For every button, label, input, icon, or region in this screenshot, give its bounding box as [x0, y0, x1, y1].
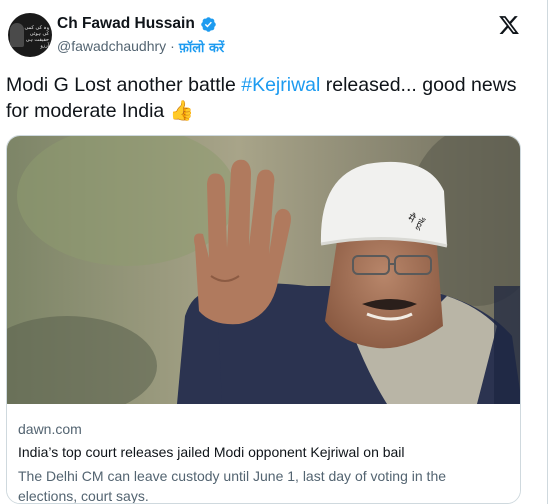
- verified-badge-icon: [201, 16, 216, 32]
- follow-button[interactable]: फ़ॉलो करें: [179, 38, 224, 56]
- link-info: dawn.com India’s top court releases jail…: [7, 404, 520, 504]
- link-domain: dawn.com: [18, 421, 82, 437]
- handle-separator: ·: [170, 38, 175, 54]
- link-card[interactable]: मै हूँ dawn.com India’s top court releas…: [6, 135, 521, 504]
- tweet-text-part: Modi G Lost another battle: [6, 74, 242, 96]
- link-description: The Delhi CM can leave custody until Jun…: [18, 468, 447, 504]
- hashtag-link[interactable]: #Kejriwal: [241, 74, 320, 96]
- link-title[interactable]: India’s top court releases jailed Modi o…: [18, 444, 405, 460]
- author-name-row: Ch Fawad Hussain: [57, 15, 217, 33]
- author-avatar[interactable]: وہ کی کمی کی ہوئی حقیقت ہی آرزو: [8, 13, 52, 57]
- article-photo: मै हूँ: [7, 136, 520, 404]
- x-logo-icon[interactable]: [498, 14, 520, 36]
- author-handle-row: @fawadchaudhry · फ़ॉलो करें: [57, 38, 224, 56]
- tweet-card: وہ کی کمی کی ہوئی حقیقت ہی آرزو Ch Fawad…: [0, 0, 548, 504]
- author-name[interactable]: Ch Fawad Hussain: [57, 15, 195, 33]
- tweet-text: Modi G Lost another battle #Kejriwal rel…: [6, 72, 526, 124]
- avatar-text: وہ کی کمی کی ہوئی حقیقت ہی آرزو: [24, 25, 49, 49]
- author-handle[interactable]: @fawadchaudhry: [57, 38, 166, 56]
